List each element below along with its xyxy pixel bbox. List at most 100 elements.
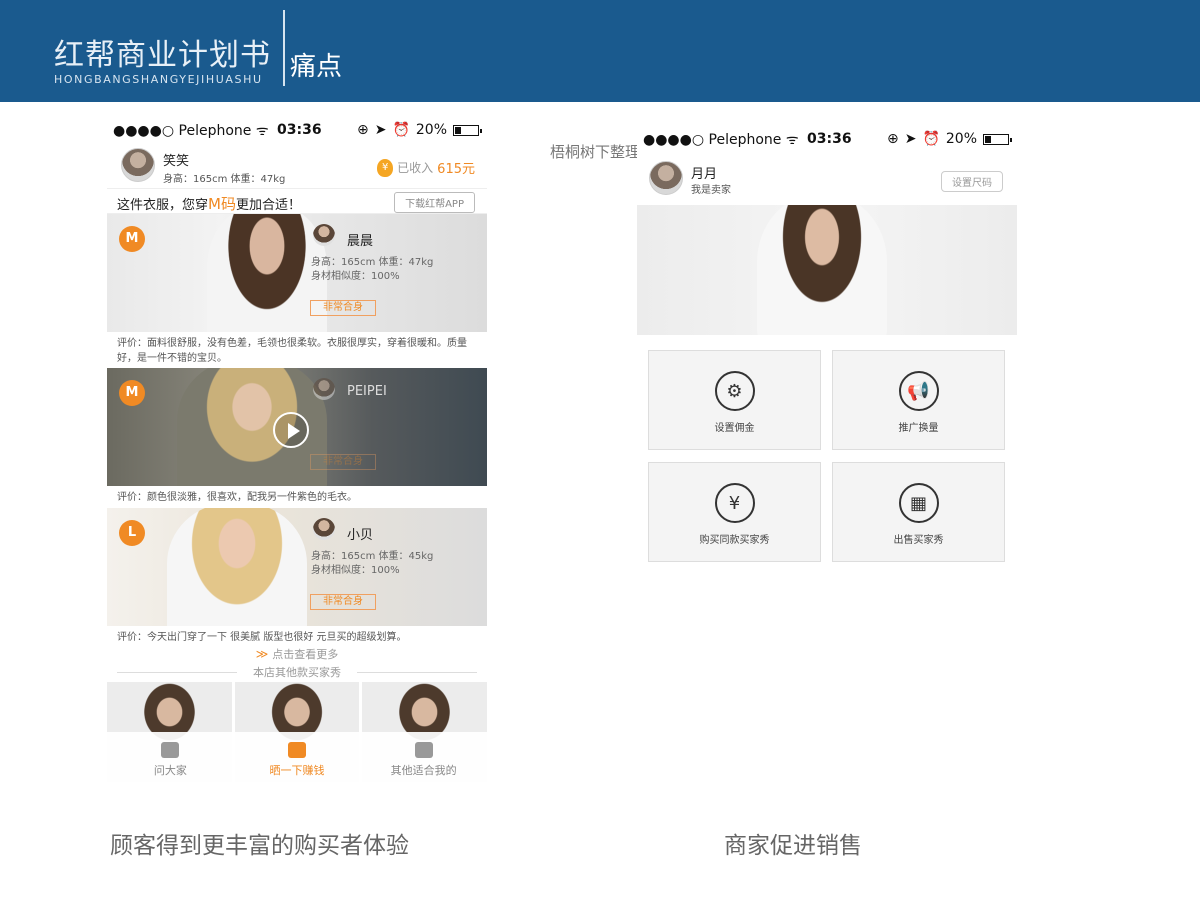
tile-label: 购买同款买家秀 — [699, 535, 770, 546]
clock: 03:36 — [807, 131, 852, 147]
battery-percent: 20% — [415, 122, 447, 138]
download-app-button[interactable]: 下载红帮APP — [394, 192, 475, 213]
buyer-similarity: 身材相似度：100% — [311, 271, 400, 282]
promo-text: 这件衣服，您穿M码更加合适！ — [117, 193, 301, 214]
buyer-name: PEIPEI — [347, 384, 387, 399]
battery-percent: 20% — [945, 131, 977, 147]
buyer-name: 小贝 — [347, 528, 374, 543]
tab-label: 其他适合我的 — [390, 764, 457, 777]
tab-suits-me[interactable]: 其他适合我的 — [360, 732, 487, 788]
alarm-icon: ⏰ — [922, 131, 940, 147]
promo-suffix: 更加合适！ — [235, 198, 301, 213]
lock-rotation-icon: ⊕ — [356, 122, 369, 138]
review-text: 评价：面料很舒服，没有色差，毛领也很柔软。衣服很厚实，穿着很暖和。质量好，是一件… — [107, 332, 487, 368]
tab-label: 问大家 — [153, 764, 187, 777]
buyer-stats: 身高：165cm 体重：45kg 身材相似度：100% — [311, 550, 433, 578]
megaphone-icon: 📢 — [898, 371, 939, 411]
seller-header: 月月 我是卖家 设置尺码 — [637, 153, 1017, 205]
tile-label: 推广换量 — [898, 423, 939, 434]
model-photo — [757, 205, 887, 335]
play-icon[interactable] — [273, 412, 309, 448]
seller-role: 我是卖家 — [691, 185, 731, 196]
gear-icon: ⚙ — [714, 371, 755, 411]
model-photo — [207, 214, 327, 332]
caption-seller: 商家促进销售 — [724, 833, 862, 859]
location-icon: ➤ — [904, 131, 917, 147]
seller-name: 月月 — [691, 167, 718, 182]
buyer-app-screen: ●●●●○ Pelephone ᯤ 03:36 ⊕ ➤ ⏰ 20% 笑笑 身高：… — [107, 116, 487, 788]
review-text: 评价：今天出门穿了一下 很美腻 版型也很好 元旦买的超级划算。 — [107, 626, 487, 646]
earnings-amount: 615元 — [437, 162, 475, 177]
view-more-link[interactable]: ≫ 点击查看更多 — [107, 646, 487, 664]
fit-tag: 非常合身 — [310, 300, 376, 316]
bottom-tab-bar: 问大家 晒一下赚钱 其他适合我的 — [107, 732, 487, 788]
recommended-size: M码 — [208, 195, 236, 213]
clock: 03:36 — [277, 122, 322, 138]
sell-buyer-show-button[interactable]: ▦ 出售买家秀 — [832, 462, 1005, 562]
status-bar: ●●●●○ Pelephone ᯤ 03:36 ⊕ ➤ ⏰ 20% — [107, 116, 487, 144]
promo-prefix: 这件衣服，您穿 — [117, 198, 209, 213]
tile-label: 出售买家秀 — [893, 535, 944, 546]
brand-subtitle: HONGBANGSHANGYEJIHUASHU — [54, 73, 263, 86]
buyer-show-card[interactable]: M PEIPEI 非常合身 — [107, 368, 487, 486]
status-right: ⊕ ➤ ⏰ 20% — [886, 131, 1012, 147]
other-items-heading: 本店其他款买家秀 — [107, 664, 487, 682]
buyer-name: 晨晨 — [347, 234, 374, 249]
carrier-label: ●●●●○ Pelephone ᯤ — [643, 131, 799, 148]
promote-button[interactable]: 📢 推广换量 — [832, 350, 1005, 450]
tab-label: 晒一下赚钱 — [269, 764, 325, 777]
carrier-label: ●●●●○ Pelephone ᯤ — [113, 122, 269, 139]
lock-rotation-icon: ⊕ — [886, 131, 899, 147]
storefront-icon: ▦ — [898, 483, 939, 523]
brand-title: 红帮商业计划书 — [54, 38, 271, 73]
set-size-button[interactable]: 设置尺码 — [941, 171, 1003, 192]
fit-tag: 非常合身 — [310, 454, 376, 470]
status-bar: ●●●●○ Pelephone ᯤ 03:36 ⊕ ➤ ⏰ 20% — [637, 125, 1017, 153]
buyer-show-card[interactable]: M 晨晨 身高：165cm 体重：47kg 身材相似度：100% 非常合身 — [107, 214, 487, 332]
seller-app-screen: ●●●●○ Pelephone ᯤ 03:36 ⊕ ➤ ⏰ 20% 月月 我是卖… — [637, 125, 1017, 797]
size-recommendation: 这件衣服，您穿M码更加合适！ 下载红帮APP — [107, 188, 487, 214]
avatar[interactable] — [313, 378, 335, 400]
seller-actions-grid: ⚙ 设置佣金 📢 推广换量 ¥ 购买同款买家秀 ▦ 出售买家秀 — [648, 350, 1005, 562]
earnings[interactable]: ¥ 已收入 615元 — [377, 158, 475, 177]
chat-icon — [161, 742, 180, 758]
buyer-stats: 身高：165cm 体重：47kg 身材相似度：100% — [311, 256, 433, 284]
avatar[interactable] — [313, 518, 335, 540]
buyer-similarity: 身材相似度：100% — [311, 565, 400, 576]
banner-divider — [283, 10, 285, 86]
watermark-text: 梧桐树下整理 — [550, 143, 641, 161]
size-badge: M — [119, 380, 145, 406]
camera-icon — [288, 742, 306, 758]
buyer-body-stats: 身高：165cm 体重：45kg — [311, 551, 434, 562]
tile-label: 设置佣金 — [714, 423, 755, 434]
user-name: 笑笑 — [163, 154, 190, 169]
hero-banner — [637, 205, 1017, 335]
review-text: 评价：颜色很淡雅，很喜欢，配我另一件紫色的毛衣。 — [107, 486, 487, 508]
view-more-label: 点击查看更多 — [272, 648, 339, 661]
fit-tag: 非常合身 — [310, 594, 376, 610]
set-commission-button[interactable]: ⚙ 设置佣金 — [648, 350, 821, 450]
battery-icon — [983, 133, 1012, 145]
earnings-label: 已收入 — [397, 161, 434, 175]
location-icon: ➤ — [374, 122, 387, 138]
avatar[interactable] — [313, 224, 335, 246]
avatar[interactable] — [121, 148, 155, 182]
chevron-down-icon: ≫ — [255, 647, 269, 661]
caption-buyer: 顾客得到更丰富的购买者体验 — [110, 833, 409, 859]
battery-icon — [453, 124, 482, 136]
tab-share-earn[interactable]: 晒一下赚钱 — [234, 732, 361, 788]
model-photo — [167, 508, 307, 626]
buy-buyer-show-button[interactable]: ¥ 购买同款买家秀 — [648, 462, 821, 562]
money-bag-icon: ¥ — [714, 483, 755, 523]
status-right: ⊕ ➤ ⏰ 20% — [356, 122, 482, 138]
person-icon — [414, 742, 433, 758]
section-title: 痛点 — [290, 52, 343, 82]
header-banner: 红帮商业计划书 HONGBANGSHANGYEJIHUASHU 痛点 — [0, 0, 1200, 102]
alarm-icon: ⏰ — [392, 122, 410, 138]
buyer-show-card[interactable]: L 小贝 身高：165cm 体重：45kg 身材相似度：100% 非常合身 — [107, 508, 487, 626]
tab-ask[interactable]: 问大家 — [107, 732, 234, 788]
size-badge: M — [119, 226, 145, 252]
avatar[interactable] — [649, 161, 683, 195]
user-stats: 身高：165cm 体重：47kg — [163, 174, 286, 185]
buyer-body-stats: 身高：165cm 体重：47kg — [311, 257, 434, 268]
